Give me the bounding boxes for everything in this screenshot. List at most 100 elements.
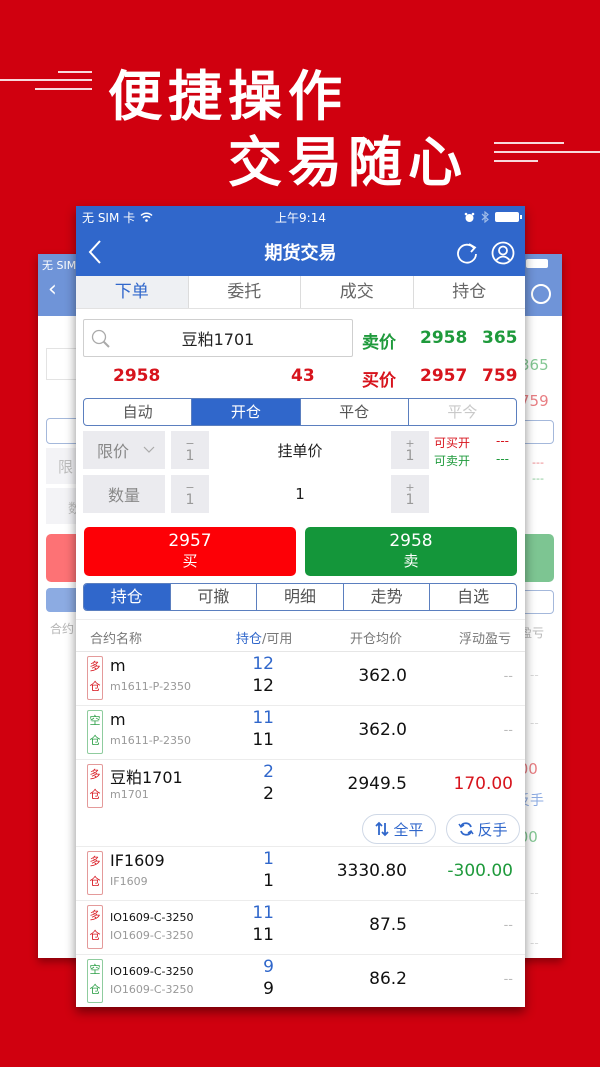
side-text: 仓	[89, 875, 101, 888]
available-qty: 2	[263, 784, 274, 804]
table-row[interactable]: 多仓 m m1611-P-2350 12 12 362.0 --	[76, 652, 525, 706]
contract-code: IO1609-C-3250	[110, 929, 194, 942]
main-tabs: 下单 委托 成交 持仓	[76, 276, 525, 309]
ask-label: 卖价	[362, 333, 396, 353]
step-value: 1	[185, 492, 195, 508]
side-text: 多	[89, 768, 101, 781]
price-minus-button[interactable]: −1	[171, 431, 209, 469]
floating-pnl: -300.00	[447, 861, 513, 881]
contract-code: IO1609-C-3250	[110, 983, 194, 996]
header-avg-price: 开仓均价	[350, 632, 403, 647]
bid-price: 2957	[420, 366, 468, 386]
bid-label: 买价	[362, 371, 396, 391]
tab-watchlist[interactable]: 自选	[430, 584, 516, 610]
carrier: 无 SIM 卡	[82, 209, 153, 226]
qty-plus-button[interactable]: +1	[391, 475, 429, 513]
side-badge: 多仓	[87, 764, 103, 808]
tab-cancelable[interactable]: 可撤	[171, 584, 258, 610]
position-qty: 1	[263, 849, 274, 869]
mode-close-today[interactable]: 平今	[409, 399, 516, 425]
tab-trend[interactable]: 走势	[344, 584, 431, 610]
positions-table: 多仓 m m1611-P-2350 12 12 362.0 -- 空仓 m m1…	[76, 652, 525, 1007]
decor-line	[35, 88, 92, 90]
price-type-select[interactable]: 限价	[83, 431, 165, 469]
main-phone-screen: 无 SIM 卡 上午9:14 期货交易 下单 委托 成交 持仓 豆粕1701 卖…	[76, 206, 525, 1007]
mode-open[interactable]: 开仓	[192, 399, 301, 425]
side-badge: 空仓	[87, 959, 103, 1003]
qty-minus-button[interactable]: −1	[171, 475, 209, 513]
avg-price: 362.0	[358, 720, 407, 740]
headline-line2: 交易随心	[228, 131, 468, 194]
price-stepper: −1 挂单价 +1	[171, 431, 429, 469]
contract-code: IF1609	[110, 875, 148, 888]
table-row[interactable]: 多仓 豆粕1701 m1701 2 2 2949.5 170.00 全平 反手	[76, 760, 525, 847]
decor-line	[494, 142, 564, 144]
contract-name: IO1609-C-3250	[110, 911, 194, 924]
table-header: 合约名称 持仓/可用 开仓均价 浮动盈亏	[76, 619, 525, 652]
bluetooth-icon	[481, 211, 489, 223]
quantity-input[interactable]: 1	[209, 475, 391, 513]
table-row[interactable]: 空仓 m m1611-P-2350 11 11 362.0 --	[76, 706, 525, 760]
can-buy-value: ---	[496, 434, 509, 448]
bg-right-dash1: ---	[532, 456, 544, 469]
available-qty: 12	[252, 676, 274, 696]
quantity-row: 数量 −1 1 +1	[83, 475, 429, 513]
battery-icon	[526, 259, 548, 268]
tab-details[interactable]: 明细	[257, 584, 344, 610]
side-text: 仓	[89, 788, 101, 801]
side-text: 仓	[89, 929, 101, 942]
price-plus-button[interactable]: +1	[391, 431, 429, 469]
last-price: 2958	[113, 366, 161, 386]
tab-positions[interactable]: 持仓	[413, 276, 525, 308]
back-icon[interactable]	[86, 238, 106, 266]
decor-line	[58, 71, 92, 73]
contract-name: IF1609	[110, 851, 165, 870]
floating-pnl: --	[503, 723, 513, 738]
avg-price: 86.2	[369, 969, 407, 989]
avg-price: 362.0	[358, 666, 407, 686]
user-icon[interactable]	[491, 241, 515, 265]
table-row[interactable]: 空仓 IO1609-C-3250 IO1609-C-3250 9 9 86.2 …	[76, 955, 525, 1007]
decor-line	[0, 79, 92, 81]
tab-entrust[interactable]: 委托	[188, 276, 301, 308]
buy-button[interactable]: 2957 买	[84, 527, 296, 576]
contract-code: m1611-P-2350	[110, 734, 192, 747]
sell-button[interactable]: 2958 卖	[305, 527, 517, 576]
available-qty: 11	[252, 925, 274, 945]
sell-price: 2958	[389, 531, 433, 551]
alarm-icon	[464, 212, 475, 222]
reverse-icon	[458, 822, 475, 836]
tab-holdings[interactable]: 持仓	[84, 584, 171, 610]
contract-name: m	[110, 656, 126, 675]
side-badge: 多仓	[87, 656, 103, 700]
price-row: 限价 −1 挂单价 +1	[83, 431, 429, 469]
floating-pnl: --	[503, 972, 513, 987]
tab-order[interactable]: 下单	[76, 276, 189, 308]
quantity-label: 数量	[83, 475, 165, 513]
contract-name: m	[110, 710, 126, 729]
refresh-icon[interactable]	[455, 241, 479, 265]
close-all-button[interactable]: 全平	[362, 814, 436, 844]
buy-label: 买	[182, 552, 198, 570]
tab-deals[interactable]: 成交	[301, 276, 414, 308]
reverse-button[interactable]: 反手	[446, 814, 520, 844]
price-change: 43	[291, 366, 315, 386]
search-value: 豆粕1701	[181, 330, 255, 349]
page-title: 期货交易	[264, 243, 337, 264]
mode-close[interactable]: 平仓	[301, 399, 409, 425]
table-row[interactable]: 多仓 IF1609 IF1609 1 1 3330.80 -300.00	[76, 847, 525, 901]
status-icons	[464, 211, 522, 223]
table-row[interactable]: 多仓 IO1609-C-3250 IO1609-C-3250 11 11 87.…	[76, 901, 525, 955]
side-badge: 多仓	[87, 851, 103, 895]
user-icon	[531, 284, 551, 304]
can-sell-value: ---	[496, 452, 509, 466]
contract-search-input[interactable]: 豆粕1701	[83, 319, 353, 357]
floating-pnl: --	[503, 918, 513, 933]
price-input[interactable]: 挂单价	[209, 431, 391, 469]
ask-volume: 365	[482, 328, 518, 348]
mode-auto[interactable]: 自动	[84, 399, 193, 425]
contract-code: m1701	[110, 788, 149, 801]
ask-price: 2958	[420, 328, 468, 348]
header-available: 可用	[266, 632, 293, 647]
avg-price: 3330.80	[336, 861, 407, 881]
